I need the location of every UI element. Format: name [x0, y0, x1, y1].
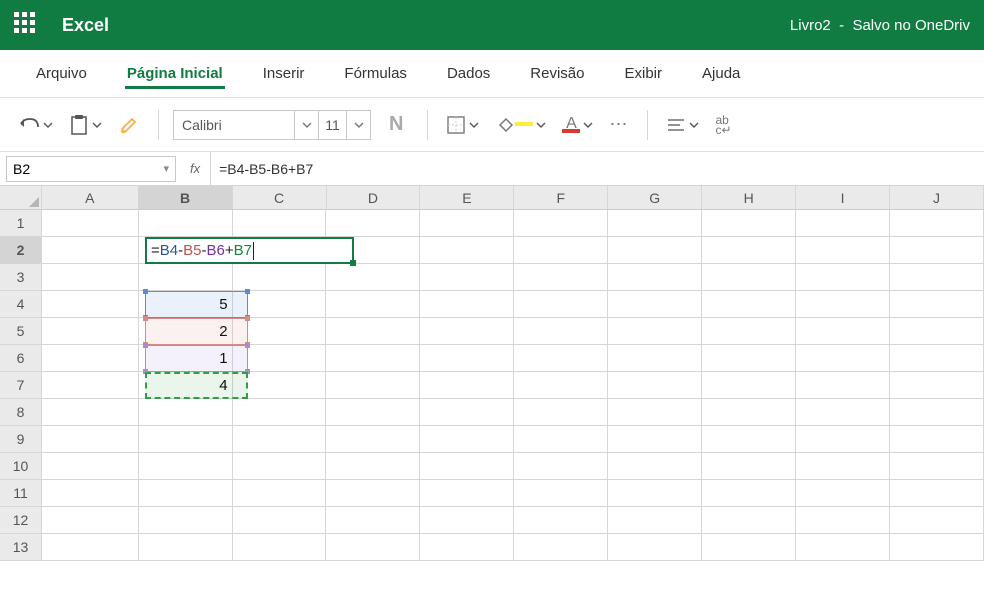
tab-help[interactable]: Ajuda [682, 52, 760, 95]
col-header[interactable]: G [608, 186, 702, 210]
chevron-down-icon[interactable] [346, 111, 370, 139]
row-header[interactable]: 6 [0, 345, 42, 372]
undo-button[interactable] [14, 111, 57, 139]
cell-b6[interactable]: 1 [139, 345, 233, 372]
align-button[interactable] [662, 113, 703, 137]
ribbon-tabs: Arquivo Página Inicial Inserir Fórmulas … [0, 50, 984, 98]
spreadsheet-grid: 1 2 3 4 5 6 7 8 9 10 11 12 13 A B C D E … [0, 186, 984, 561]
chevron-down-icon[interactable] [294, 111, 318, 139]
cell-b4[interactable]: 5 [139, 291, 233, 318]
paste-button[interactable] [65, 110, 106, 140]
fill-color-button[interactable] [491, 111, 550, 139]
cells-area[interactable]: 5 2 1 4 =B4-B5-B6+B7 [42, 210, 984, 561]
ribbon: 11 N A ⋯ abc↵ [0, 98, 984, 152]
wrap-text-button[interactable]: abc↵ [711, 111, 735, 139]
fx-label[interactable]: fx [180, 152, 211, 185]
col-header[interactable]: A [42, 186, 139, 210]
bold-button[interactable]: N [379, 113, 413, 136]
row-header[interactable]: 4 [0, 291, 42, 318]
col-header[interactable]: I [796, 186, 890, 210]
col-header[interactable]: D [327, 186, 421, 210]
chevron-down-icon[interactable]: ▾ [163, 162, 169, 175]
col-header[interactable]: J [890, 186, 984, 210]
document-title[interactable]: Livro2 - Salvo no OneDriv [790, 17, 970, 34]
row-header[interactable]: 2 [0, 237, 42, 264]
tab-file[interactable]: Arquivo [16, 52, 107, 95]
app-name: Excel [62, 15, 109, 36]
app-launcher-icon[interactable] [14, 12, 40, 38]
row-header[interactable]: 11 [0, 480, 42, 507]
cell-b5[interactable]: 2 [139, 318, 233, 345]
font-color-button[interactable]: A [558, 113, 597, 137]
cell-editor[interactable]: =B4-B5-B6+B7 [145, 237, 354, 264]
row-header[interactable]: 13 [0, 534, 42, 561]
col-header[interactable]: B [139, 186, 233, 210]
row-header[interactable]: 3 [0, 264, 42, 291]
text-cursor [253, 242, 254, 260]
tab-data[interactable]: Dados [427, 52, 510, 95]
font-name-input[interactable] [174, 117, 294, 133]
row-header[interactable]: 12 [0, 507, 42, 534]
formula-input[interactable]: =B4-B5-B6+B7 [211, 161, 321, 177]
row-header[interactable]: 1 [0, 210, 42, 237]
col-header[interactable]: H [702, 186, 796, 210]
tab-formulas[interactable]: Fórmulas [324, 52, 427, 95]
col-header[interactable]: E [420, 186, 514, 210]
row-header[interactable]: 9 [0, 426, 42, 453]
titlebar: Excel Livro2 - Salvo no OneDriv [0, 0, 984, 50]
formula-bar: B2 ▾ fx =B4-B5-B6+B7 [0, 152, 984, 186]
name-box-value: B2 [13, 161, 30, 177]
doc-name: Livro2 [790, 17, 831, 34]
format-painter-button[interactable] [114, 111, 144, 139]
tab-view[interactable]: Exibir [605, 52, 683, 95]
borders-button[interactable] [442, 111, 483, 139]
tab-review[interactable]: Revisão [510, 52, 604, 95]
font-selector[interactable]: 11 [173, 110, 371, 140]
row-header[interactable]: 8 [0, 399, 42, 426]
row-header[interactable]: 7 [0, 372, 42, 399]
name-box[interactable]: B2 ▾ [6, 156, 176, 182]
font-size-input[interactable]: 11 [318, 111, 346, 139]
col-header[interactable]: C [233, 186, 327, 210]
save-status: Salvo no OneDriv [852, 17, 970, 34]
tab-insert[interactable]: Inserir [243, 52, 325, 95]
row-header[interactable]: 10 [0, 453, 42, 480]
cell-b7[interactable]: 4 [139, 372, 233, 399]
more-font-button[interactable]: ⋯ [605, 110, 633, 139]
col-header[interactable]: F [514, 186, 608, 210]
row-header[interactable]: 5 [0, 318, 42, 345]
tab-home[interactable]: Página Inicial [107, 52, 243, 95]
select-all-corner[interactable] [0, 186, 42, 210]
